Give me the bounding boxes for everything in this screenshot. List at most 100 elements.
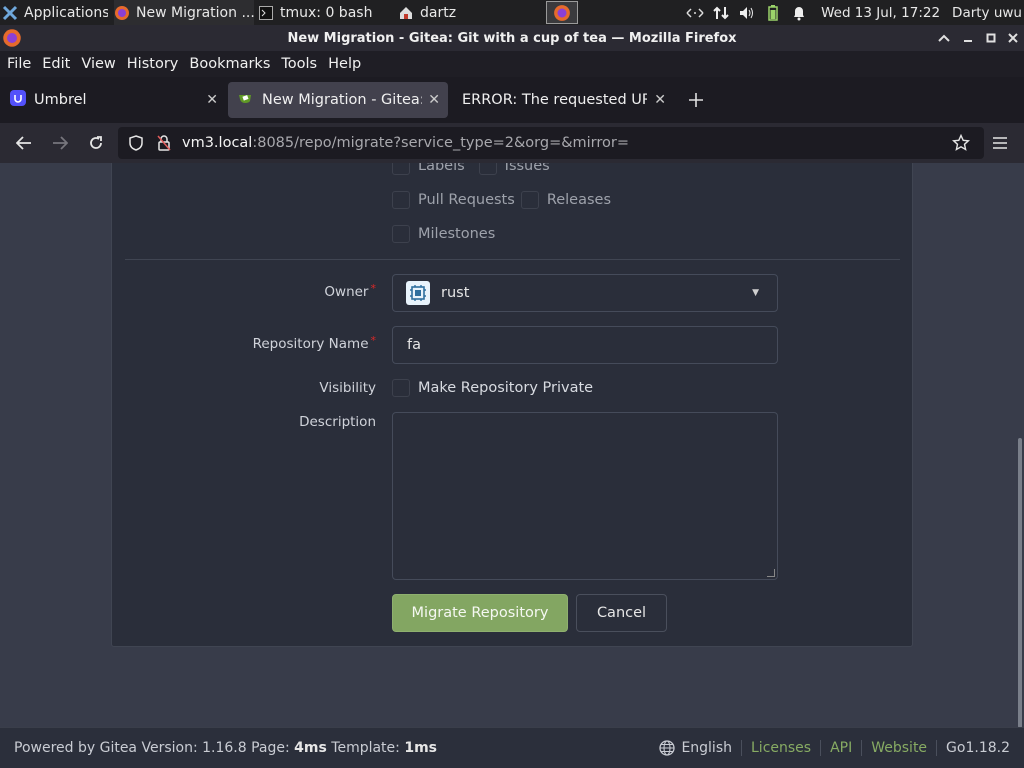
menu-history[interactable]: History: [122, 56, 184, 72]
checkbox[interactable]: [478, 163, 497, 175]
menu-view[interactable]: View: [76, 56, 120, 72]
notification-bell-icon[interactable]: [789, 0, 809, 25]
checkbox-pull-requests[interactable]: Pull Requests Releases: [392, 191, 611, 209]
taskbar-item-dartz[interactable]: dartz: [398, 0, 538, 25]
plus-icon: [689, 93, 703, 107]
private-checkbox[interactable]: [392, 379, 410, 397]
footer-version-text: Powered by Gitea Version: 1.16.8 Page:: [14, 740, 295, 756]
migrate-repository-button[interactable]: Migrate Repository: [392, 594, 568, 632]
home-folder-icon: [398, 5, 414, 21]
website-link[interactable]: Website: [871, 740, 927, 756]
system-taskbar: Applications New Migration ... tmux: 0 b…: [0, 0, 1024, 25]
menu-file[interactable]: File: [2, 56, 36, 72]
checkbox-labels[interactable]: Labels Issues: [392, 163, 550, 175]
menu-bookmarks[interactable]: Bookmarks: [184, 56, 275, 72]
window-title: New Migration - Gitea: Git with a cup of…: [287, 30, 737, 46]
page-scrollbar-thumb[interactable]: [1018, 438, 1022, 727]
firefox-icon: [114, 5, 130, 21]
bookmark-star-button[interactable]: [949, 131, 973, 155]
tab-close-icon[interactable]: ✕: [654, 92, 666, 108]
checkbox[interactable]: [392, 225, 410, 243]
description-textarea[interactable]: [392, 412, 778, 580]
visibility-label: Visibility: [319, 380, 376, 396]
checkbox[interactable]: [392, 163, 410, 175]
owner-value: rust: [441, 285, 470, 301]
minimize-icon[interactable]: [957, 25, 979, 51]
menu-help[interactable]: Help: [323, 56, 366, 72]
owner-select[interactable]: rust ▼: [392, 274, 778, 312]
volume-icon[interactable]: [737, 0, 757, 25]
back-arrow-icon: [16, 136, 31, 150]
applications-label: Applications: [24, 4, 108, 21]
forward-button[interactable]: [48, 131, 72, 155]
tab-umbrel[interactable]: Umbrel ✕: [0, 82, 226, 118]
applications-menu[interactable]: Applications: [2, 0, 108, 25]
taskbar-item-label: dartz: [420, 4, 457, 21]
reload-icon: [90, 136, 102, 149]
url-path: :8085/repo/migrate?service_type=2&org=&m…: [252, 135, 630, 151]
repo-name-label: Repository Name *: [76, 334, 377, 352]
umbrel-icon: [10, 90, 26, 110]
insecure-lock-icon[interactable]: [154, 133, 174, 153]
resize-grip-icon[interactable]: [767, 569, 775, 577]
api-link[interactable]: API: [830, 740, 852, 756]
tab-new-migration[interactable]: New Migration - Gitea: Git ✕: [228, 82, 448, 118]
user-name[interactable]: Darty uwu: [952, 5, 1022, 21]
page-content: Labels Issues Pull Requests Releases Mil…: [0, 163, 1024, 727]
back-button[interactable]: [12, 131, 36, 155]
battery-icon[interactable]: [763, 0, 783, 25]
footer-page-time: 4ms: [294, 740, 327, 756]
menu-edit[interactable]: Edit: [37, 56, 75, 72]
checkbox[interactable]: [392, 191, 410, 209]
checkbox[interactable]: [520, 191, 539, 209]
required-asterisk: *: [370, 282, 377, 295]
network-transfer-icon[interactable]: [711, 0, 731, 25]
firefox-icon: [554, 4, 570, 21]
url-bar[interactable]: vm3.local:8085/repo/migrate?service_type…: [118, 127, 984, 159]
footer-template-time: 1ms: [404, 740, 437, 756]
checkbox-milestones[interactable]: Milestones: [392, 225, 495, 243]
star-icon: [952, 134, 970, 151]
cancel-button[interactable]: Cancel: [576, 594, 667, 632]
reload-button[interactable]: [84, 131, 108, 155]
new-tab-button[interactable]: [684, 87, 708, 113]
clock[interactable]: Wed 13 Jul, 17:22: [821, 5, 940, 21]
footer-template-text: Template:: [326, 740, 405, 756]
hamburger-menu-icon: [993, 137, 1007, 149]
taskbar-active-firefox[interactable]: [546, 1, 578, 24]
tab-close-icon[interactable]: ✕: [428, 92, 440, 108]
tab-error[interactable]: ERROR: The requested URL ✕: [452, 82, 674, 118]
footer-links: English Licenses API Website Go1.18.2: [659, 740, 1010, 756]
taskbar-item-tmux[interactable]: tmux: 0 bash: [258, 0, 388, 25]
language-selector[interactable]: English: [681, 740, 732, 756]
repo-name-input[interactable]: fa: [392, 326, 778, 364]
chevron-up-icon[interactable]: [933, 25, 955, 51]
menu-tools[interactable]: Tools: [276, 56, 322, 72]
tab-label: ERROR: The requested URL: [462, 92, 647, 108]
owner-avatar: [406, 281, 430, 305]
go-version: Go1.18.2: [946, 740, 1010, 756]
form-divider: [125, 259, 900, 260]
tab-label: New Migration - Gitea: Git: [262, 92, 422, 108]
private-checkbox-label: Make Repository Private: [418, 380, 594, 396]
licenses-link[interactable]: Licenses: [751, 740, 811, 756]
url-text[interactable]: vm3.local:8085/repo/migrate?service_type…: [182, 135, 629, 151]
taskbar-item-firefox[interactable]: New Migration ...: [114, 0, 254, 25]
tab-close-icon[interactable]: ✕: [206, 92, 218, 108]
taskbar-item-label: tmux: 0 bash: [280, 4, 373, 21]
page-footer: Powered by Gitea Version: 1.16.8 Page: 4…: [0, 727, 1024, 768]
checkbox-label: Releases: [546, 192, 612, 208]
footer-separator: [820, 740, 822, 756]
dropdown-caret-icon: ▼: [752, 288, 759, 298]
terminal-icon: [258, 5, 274, 21]
close-icon[interactable]: [1002, 25, 1024, 51]
private-checkbox-row[interactable]: Make Repository Private: [392, 379, 593, 397]
network-arrows-icon[interactable]: [685, 0, 705, 25]
shield-icon[interactable]: [126, 133, 146, 153]
required-asterisk: *: [370, 334, 377, 347]
owner-label-text: Owner: [324, 284, 369, 300]
maximize-icon[interactable]: [980, 25, 1002, 51]
gitea-icon: [238, 90, 254, 110]
taskbar-item-label: New Migration ...: [136, 4, 254, 21]
app-menu-button[interactable]: [988, 131, 1012, 155]
